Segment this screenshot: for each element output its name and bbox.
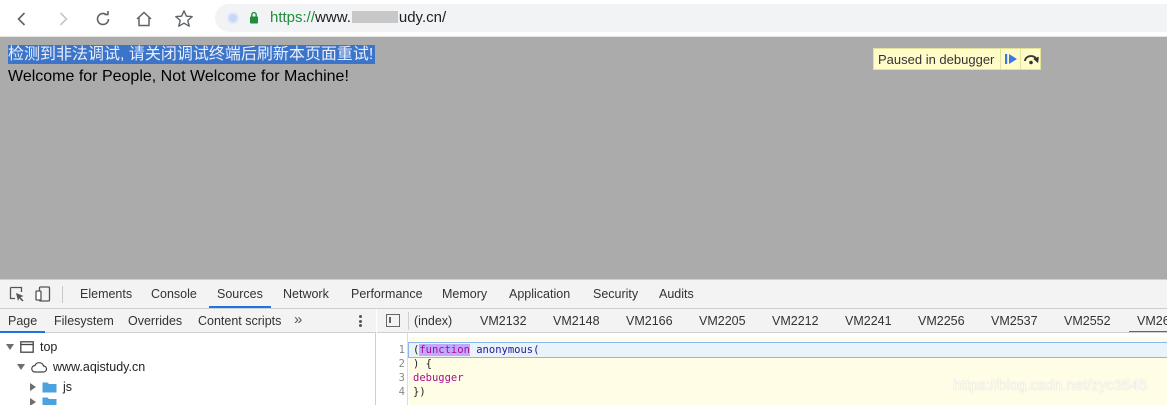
file-tab-vm26-active[interactable]: VM26 — [1129, 309, 1167, 332]
navigator-tab-content-scripts[interactable]: Content scripts — [198, 309, 281, 333]
tab-audits[interactable]: Audits — [659, 280, 694, 308]
tab-elements[interactable]: Elements — [80, 280, 132, 308]
back-arrow-icon — [17, 12, 26, 26]
tree-item-js-folder[interactable]: js — [30, 377, 72, 397]
file-tab-vm2205[interactable]: VM2205 — [699, 309, 746, 332]
welcome-text: Welcome for People, Not Welcome for Mach… — [8, 68, 349, 85]
url-host-end: udy.cn/ — [398, 9, 447, 26]
more-options-icon[interactable] — [357, 313, 363, 329]
paused-in-debugger-banner: Paused in debugger — [873, 48, 1042, 70]
reload-button[interactable] — [90, 6, 116, 32]
code-area[interactable]: (function anonymous( ) { debugger }) — [408, 337, 1167, 405]
navigator-tab-filesystem[interactable]: Filesystem — [54, 309, 114, 333]
line-number[interactable]: 2 — [377, 357, 405, 371]
device-toolbar-icon[interactable] — [35, 286, 51, 302]
folder-icon — [42, 397, 57, 405]
frame-icon — [20, 341, 34, 353]
line-gutter: 1 2 3 4 — [377, 333, 408, 405]
file-tab-bar: (index) VM2132 VM2148 VM2166 VM2205 VM22… — [377, 309, 1167, 333]
lock-icon — [250, 11, 258, 24]
file-tab-vm2148[interactable]: VM2148 — [553, 309, 600, 332]
site-info-icon[interactable] — [227, 12, 239, 24]
paused-label: Paused in debugger — [878, 51, 995, 67]
tab-network[interactable]: Network — [283, 280, 329, 308]
code-view[interactable]: 1 2 3 4 (function anonymous( ) { debugge… — [377, 333, 1167, 405]
line-number[interactable]: 4 — [377, 385, 405, 399]
star-icon — [175, 10, 193, 27]
toolbar-divider — [62, 286, 63, 303]
reload-icon — [96, 11, 110, 26]
code-token-keyword: function — [419, 344, 470, 356]
forward-arrow-icon — [59, 12, 68, 26]
bookmark-button[interactable] — [171, 6, 197, 32]
file-tab-vm2241[interactable]: VM2241 — [845, 309, 892, 332]
step-over-icon — [1023, 55, 1039, 65]
tree-item-top[interactable]: top — [6, 337, 57, 357]
tab-application[interactable]: Application — [509, 280, 570, 308]
resume-icon — [1004, 54, 1017, 64]
tab-console[interactable]: Console — [151, 280, 197, 308]
expand-arrow-icon[interactable] — [17, 364, 25, 370]
navigator-tab-overrides[interactable]: Overrides — [128, 309, 182, 333]
redacted-block — [351, 11, 398, 23]
page-viewport: 检测到非法调试, 请关闭调试终端后刷新本页面重试! Welcome for Pe… — [0, 37, 1167, 279]
tab-security[interactable]: Security — [593, 280, 638, 308]
file-tab-index[interactable]: (index) — [414, 309, 452, 332]
code-token-identifier: anonymous( — [469, 344, 540, 356]
file-tab-vm2212[interactable]: VM2212 — [772, 309, 819, 332]
code-line-3-debugger: debugger — [413, 372, 464, 384]
tab-divider — [408, 312, 409, 330]
cloud-icon — [31, 362, 47, 373]
navigator-tab-page[interactable]: Page — [0, 309, 46, 333]
home-icon — [136, 11, 152, 27]
file-tab-vm2132[interactable]: VM2132 — [480, 309, 527, 332]
collapsed-arrow-icon[interactable] — [30, 397, 36, 405]
folder-icon — [42, 382, 57, 393]
forward-button[interactable] — [50, 6, 76, 32]
expand-arrow-icon[interactable] — [6, 344, 14, 350]
code-line-1: (function anonymous( — [408, 342, 1167, 358]
devtools-tab-bar: Elements Console Sources Network Perform… — [0, 280, 1167, 309]
line-number[interactable]: 1 — [377, 343, 405, 357]
debug-warning-text: 检测到非法调试, 请关闭调试终端后刷新本页面重试! — [8, 45, 376, 64]
address-bar[interactable]: https://www. udy.cn/ — [215, 4, 1167, 32]
more-tabs-chevron-icon[interactable]: » — [294, 312, 302, 328]
watermark-text: https://blog.csdn.net/zyc3545 — [953, 377, 1148, 394]
resume-button[interactable] — [1000, 49, 1020, 69]
code-line-4: }) — [413, 386, 426, 398]
code-line-2: ) { — [413, 358, 432, 370]
inspect-element-icon[interactable] — [9, 286, 25, 302]
sources-navigator: Page Filesystem Overrides Content script… — [0, 309, 376, 405]
url-host-start: www. — [315, 9, 351, 26]
step-over-button[interactable] — [1020, 49, 1040, 69]
url-text[interactable]: https://www. udy.cn/ — [270, 9, 446, 26]
home-button[interactable] — [131, 6, 157, 32]
navigator-tab-bar: Page Filesystem Overrides Content script… — [0, 309, 376, 333]
tree-label-domain: www.aqistudy.cn — [53, 360, 146, 374]
line-number[interactable]: 3 — [377, 371, 405, 385]
url-scheme: https:// — [270, 9, 316, 26]
tree-label-top: top — [40, 340, 58, 354]
tab-performance[interactable]: Performance — [351, 280, 423, 308]
collapsed-arrow-icon[interactable] — [30, 383, 36, 391]
file-tab-vm2256[interactable]: VM2256 — [918, 309, 965, 332]
tree-item-folder[interactable] — [30, 397, 63, 405]
file-tab-vm2537[interactable]: VM2537 — [991, 309, 1038, 332]
browser-toolbar: https://www. udy.cn/ — [0, 0, 1167, 37]
toggle-navigator-icon[interactable] — [386, 314, 400, 327]
file-tab-vm2166[interactable]: VM2166 — [626, 309, 673, 332]
file-tab-vm2552[interactable]: VM2552 — [1064, 309, 1111, 332]
tree-label-js: js — [63, 380, 73, 394]
back-button[interactable] — [9, 6, 35, 32]
tab-sources[interactable]: Sources — [209, 280, 271, 308]
tree-item-domain[interactable]: www.aqistudy.cn — [17, 357, 145, 377]
tab-memory[interactable]: Memory — [442, 280, 487, 308]
